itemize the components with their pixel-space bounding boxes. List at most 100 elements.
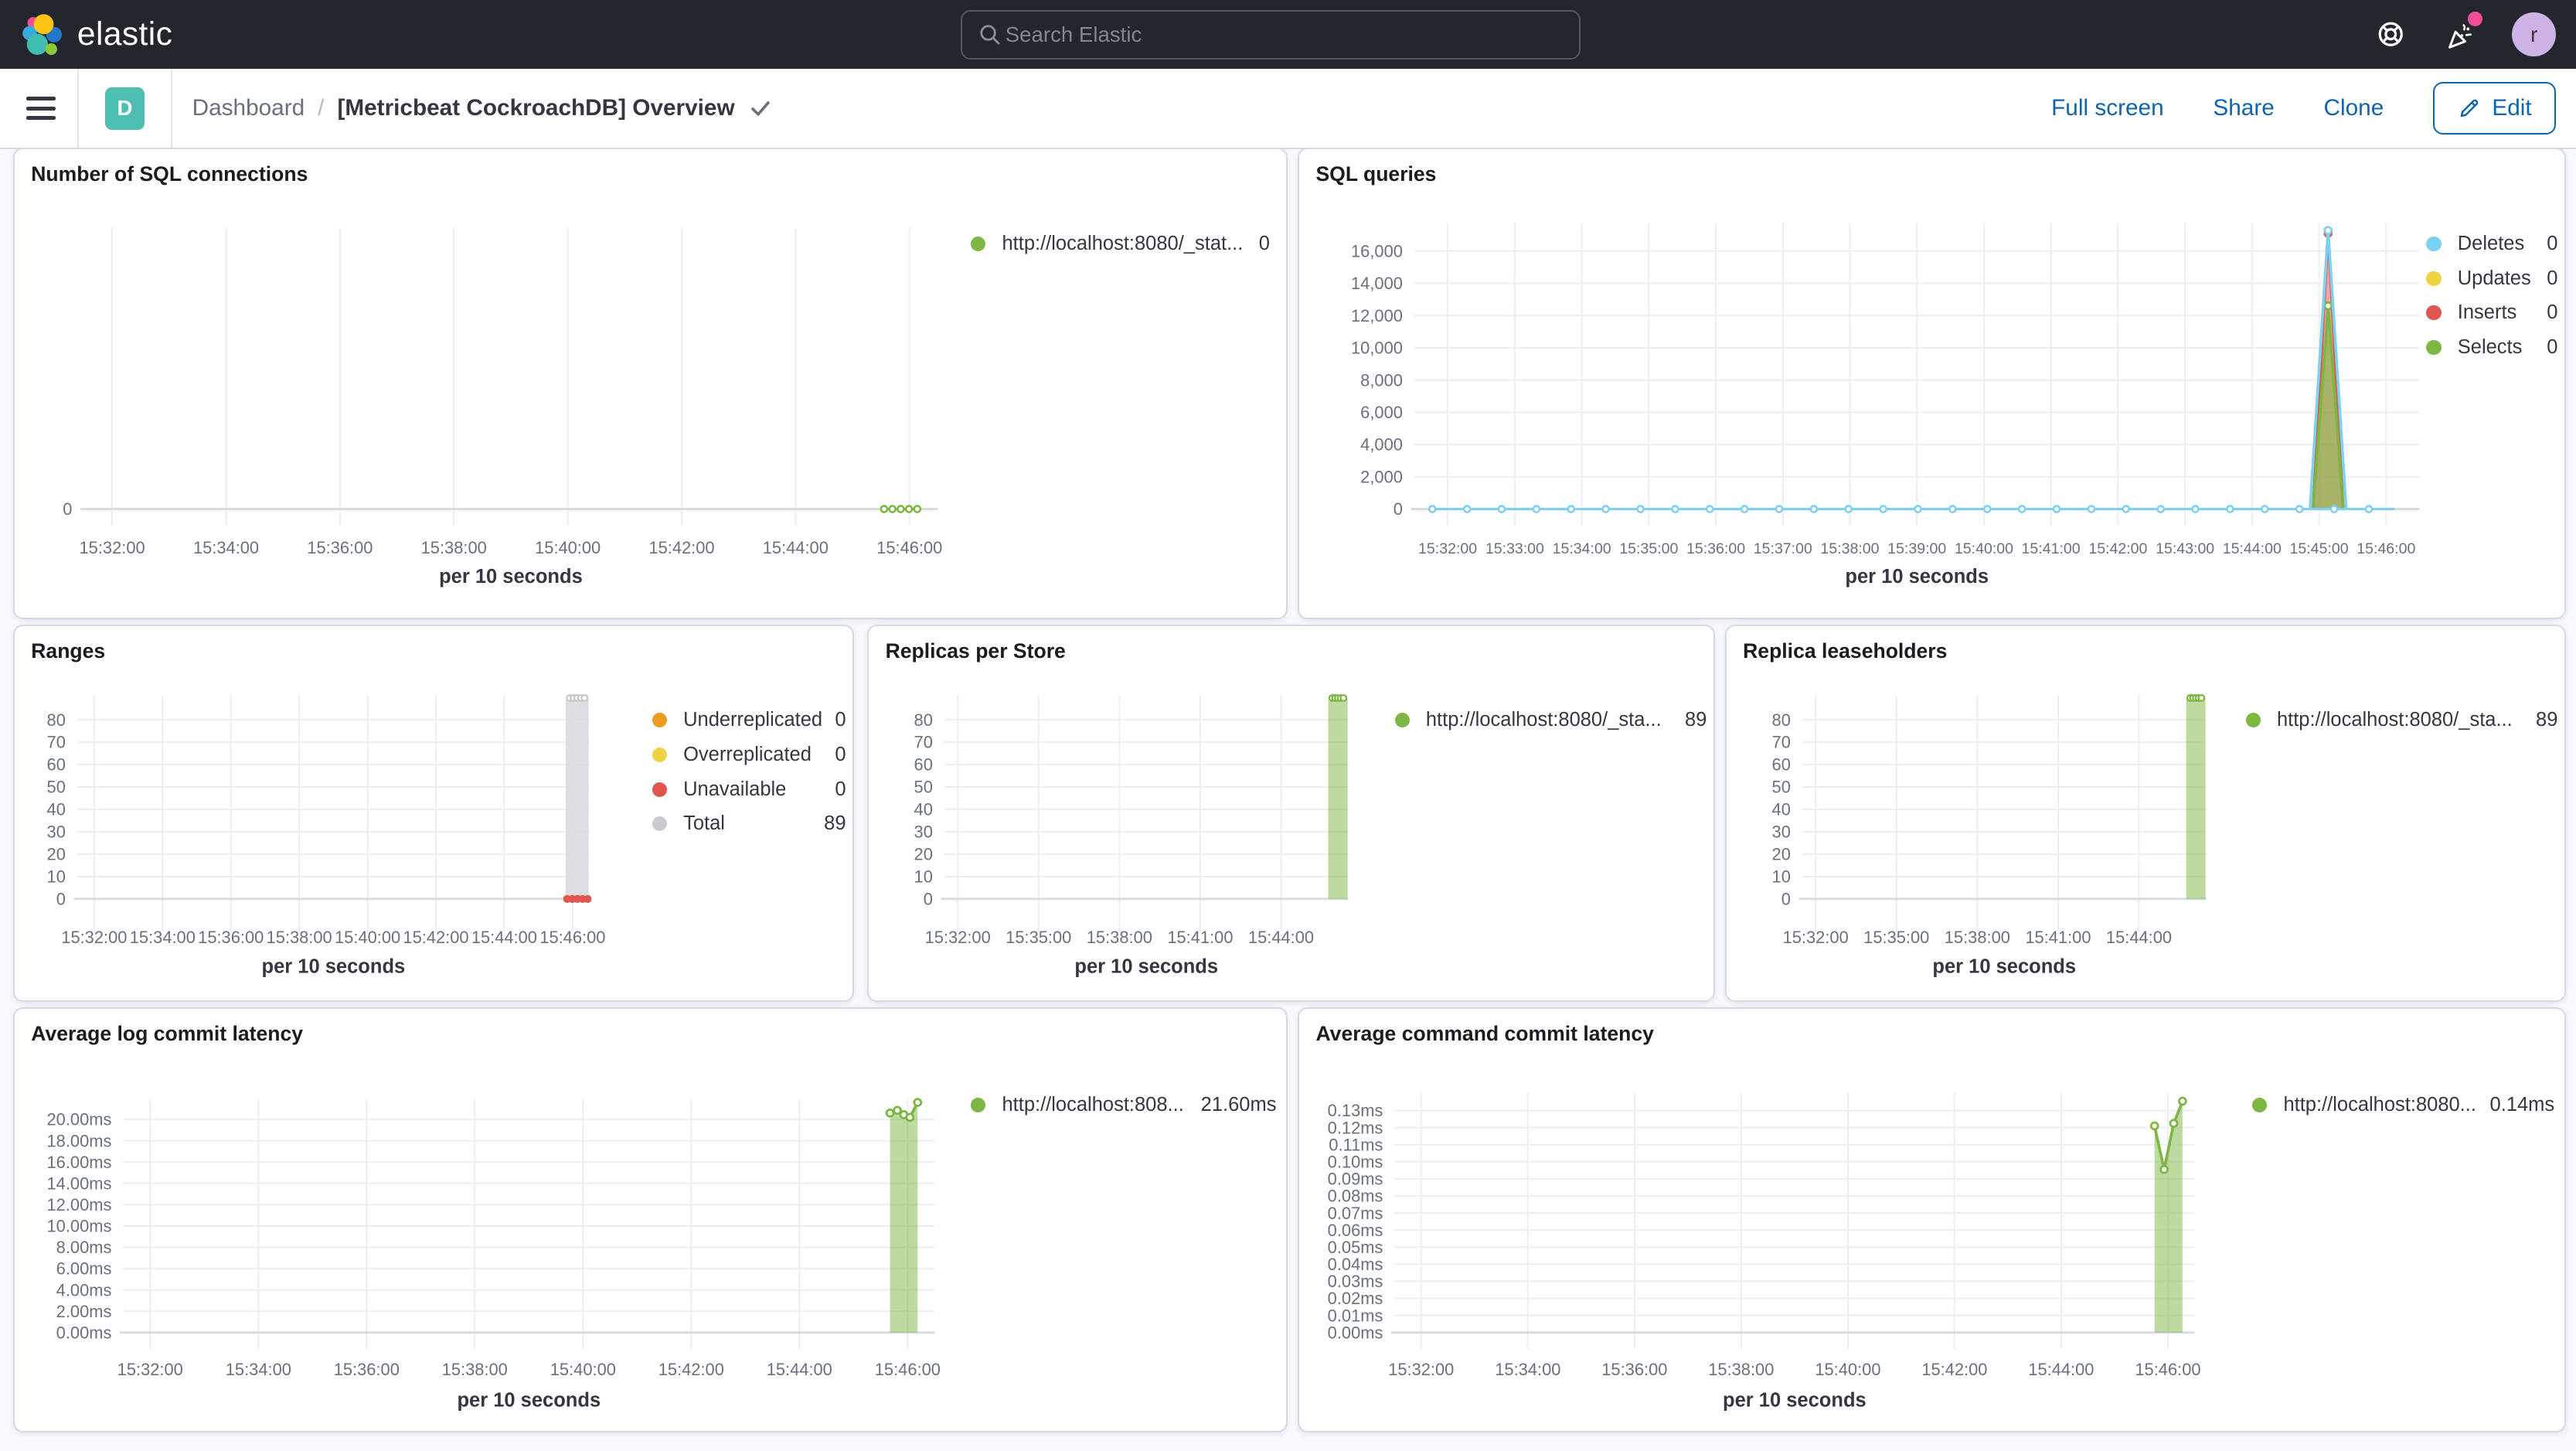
full-screen-button[interactable]: Full screen [2051, 95, 2164, 121]
chart-legend: http://localhost:8080/_sta... 89 [2245, 703, 2557, 738]
page-title[interactable]: [Metricbeat CockroachDB] Overview [337, 95, 734, 121]
legend-label[interactable]: http://localhost:8080... [2283, 1094, 2476, 1116]
legend-label[interactable]: Updates [2458, 267, 2531, 290]
legend-item[interactable]: http://localhost:808... 21.60ms [971, 1088, 1276, 1122]
svg-text:0.13ms: 0.13ms [1328, 1101, 1383, 1120]
svg-text:40: 40 [47, 799, 66, 819]
svg-text:10,000: 10,000 [1351, 339, 1403, 358]
svg-text:0: 0 [1781, 889, 1791, 908]
svg-text:0.01ms: 0.01ms [1328, 1306, 1383, 1325]
svg-text:10: 10 [914, 867, 933, 886]
svg-text:0: 0 [924, 889, 933, 908]
logo-text: elastic [77, 15, 173, 53]
chart-canvas[interactable]: 0.00ms0.01ms0.02ms0.03ms0.04ms0.05ms0.06… [1299, 1009, 2564, 1431]
svg-text:15:41:00: 15:41:00 [2022, 540, 2081, 557]
legend-label[interactable]: Unavailable [683, 778, 786, 801]
breadcrumb-dashboard[interactable]: Dashboard [192, 95, 305, 121]
svg-text:0.04ms: 0.04ms [1328, 1255, 1383, 1274]
svg-text:50: 50 [914, 777, 933, 796]
chart-legend: Deletes 0 Updates 0 Inserts 0 Selects 0 [2426, 227, 2557, 365]
legend-item[interactable]: http://localhost:8080/_stat... 0 [971, 227, 1270, 261]
svg-text:0: 0 [1393, 499, 1403, 519]
svg-text:16,000: 16,000 [1351, 242, 1403, 261]
legend-item[interactable]: http://localhost:8080/_sta... 89 [1394, 703, 1707, 738]
edit-button[interactable]: Edit [2433, 82, 2557, 135]
legend-item[interactable]: Selects 0 [2426, 330, 2557, 365]
chart-canvas[interactable]: 0 10 20 30 40 50 60 70 80 15:32:00 15:35:00 15:38:0… [1727, 626, 2564, 1001]
svg-text:70: 70 [914, 732, 933, 751]
legend-label[interactable]: Overreplicated [683, 744, 812, 766]
svg-text:0.10ms: 0.10ms [1328, 1152, 1383, 1171]
avatar[interactable]: r [2512, 12, 2557, 57]
chart-canvas[interactable]: 0 2,000 4,000 6,000 8,000 10,000 12,000 14,000 1… [1299, 149, 2564, 618]
svg-text:per 10 seconds: per 10 seconds [262, 955, 406, 977]
legend-value: 0 [835, 744, 846, 766]
svg-text:0.06ms: 0.06ms [1328, 1221, 1383, 1240]
legend-label[interactable]: Total [683, 812, 725, 835]
search-input[interactable] [1002, 20, 1564, 49]
chart-legend: http://localhost:808... 21.60ms [971, 1088, 1276, 1122]
svg-text:50: 50 [1771, 777, 1790, 796]
legend-label[interactable]: Inserts [2458, 301, 2517, 324]
legend-item[interactable]: http://localhost:8080/_sta... 89 [2245, 703, 2557, 738]
svg-text:per 10 seconds: per 10 seconds [1846, 566, 1989, 588]
legend-label[interactable]: http://localhost:808... [1002, 1094, 1183, 1116]
elastic-logo[interactable]: elastic [20, 12, 173, 58]
legend-label[interactable]: http://localhost:8080/_stat... [1002, 233, 1243, 255]
svg-text:15:34:00: 15:34:00 [130, 928, 196, 947]
svg-text:15:42:00: 15:42:00 [648, 538, 714, 557]
svg-text:10.00ms: 10.00ms [47, 1217, 112, 1236]
legend-item[interactable]: http://localhost:8080... 0.14ms [2252, 1088, 2554, 1122]
legend-item[interactable]: Overreplicated 0 [652, 737, 846, 772]
svg-text:0.08ms: 0.08ms [1328, 1187, 1383, 1206]
legend-label[interactable]: http://localhost:8080/_sta... [2277, 709, 2513, 731]
svg-text:15:38:00: 15:38:00 [421, 538, 487, 557]
chart-canvas[interactable]: 0.00ms 2.00ms 4.00ms6.00ms 8.00ms 10.00ms 12.… [15, 1009, 1286, 1431]
legend-label[interactable]: Selects [2458, 336, 2523, 359]
legend-swatch-icon [2252, 1097, 2268, 1112]
svg-text:20.00ms: 20.00ms [47, 1110, 112, 1129]
svg-text:8.00ms: 8.00ms [56, 1238, 112, 1257]
legend-label[interactable]: Underreplicated [683, 709, 822, 731]
svg-text:15:41:00: 15:41:00 [1168, 928, 1234, 947]
legend-value: 0 [835, 778, 846, 800]
legend-swatch-icon [652, 782, 667, 797]
svg-text:15:42:00: 15:42:00 [658, 1360, 724, 1379]
legend-item[interactable]: Inserts 0 [2426, 295, 2557, 330]
svg-text:0.09ms: 0.09ms [1328, 1170, 1383, 1189]
svg-text:15:36:00: 15:36:00 [334, 1360, 400, 1379]
legend-item[interactable]: Unavailable 0 [652, 772, 846, 807]
clone-button[interactable]: Clone [2324, 95, 2384, 121]
svg-text:20: 20 [914, 844, 933, 863]
top-header: elastic Search Elastic r [0, 0, 2576, 70]
svg-text:20: 20 [1771, 844, 1790, 863]
menu-icon[interactable] [26, 97, 56, 121]
newsfeed-icon[interactable] [2443, 11, 2482, 51]
legend-label[interactable]: http://localhost:8080/_sta... [1426, 709, 1662, 731]
help-icon[interactable] [2374, 18, 2408, 51]
global-search[interactable] [961, 9, 1581, 60]
panel-title: Ranges [31, 639, 106, 662]
legend-label[interactable]: Deletes [2458, 233, 2524, 255]
dashboard-badge[interactable]: D [105, 87, 145, 130]
svg-text:2,000: 2,000 [1360, 468, 1403, 487]
legend-item[interactable]: Total 89 [652, 806, 846, 841]
legend-value: 89 [824, 812, 846, 835]
svg-text:15:35:00: 15:35:00 [1863, 928, 1929, 947]
header-actions: r [2374, 0, 2557, 69]
legend-item[interactable]: Underreplicated 0 [652, 703, 846, 738]
svg-text:15:36:00: 15:36:00 [198, 928, 264, 947]
chart-canvas[interactable]: 0 15:32:00 15:34:00 15:36:00 15:38:00 15:40:0… [15, 149, 1286, 618]
svg-text:30: 30 [914, 822, 933, 841]
legend-item[interactable]: Updates 0 [2426, 261, 2557, 296]
svg-text:12,000: 12,000 [1351, 306, 1403, 325]
chart-canvas[interactable]: 0 10 20 30 40 50 60 70 80 15:32:00 15:35:00 15:38:0… [869, 626, 1713, 1001]
svg-text:15:46:00: 15:46:00 [875, 1360, 941, 1379]
svg-text:15:38:00: 15:38:00 [267, 928, 332, 947]
share-button[interactable]: Share [2213, 95, 2274, 121]
svg-text:0.11ms: 0.11ms [1329, 1135, 1383, 1154]
svg-text:12.00ms: 12.00ms [47, 1195, 112, 1214]
svg-text:16.00ms: 16.00ms [47, 1153, 112, 1172]
chart-legend: http://localhost:8080/_stat... 0 [971, 227, 1270, 261]
legend-item[interactable]: Deletes 0 [2426, 227, 2557, 261]
